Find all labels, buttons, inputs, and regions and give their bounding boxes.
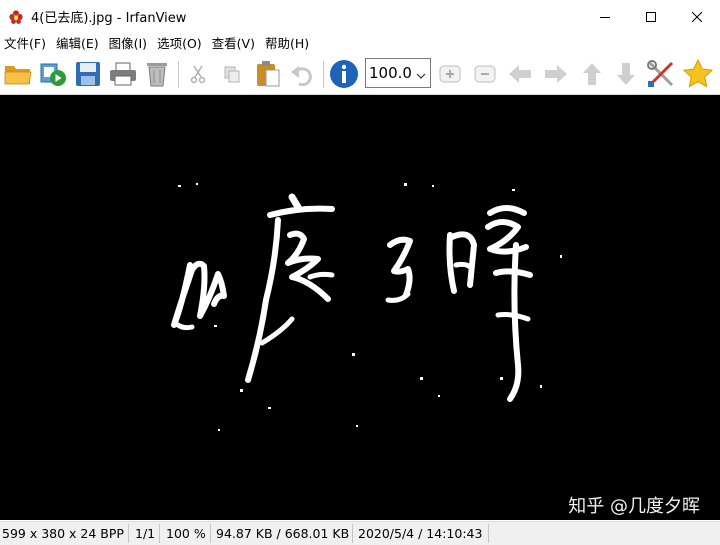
toolbar-separator bbox=[323, 61, 324, 88]
toolbar bbox=[0, 55, 720, 95]
menu-file[interactable]: 文件(F) bbox=[0, 33, 51, 55]
irfanview-app-icon[interactable] bbox=[8, 9, 24, 25]
maximize-button[interactable] bbox=[628, 0, 674, 33]
open-button[interactable] bbox=[2, 58, 34, 90]
status-zoom: 100 % bbox=[166, 526, 206, 541]
open-folder-icon bbox=[4, 66, 32, 85]
status-divider bbox=[128, 524, 129, 543]
menu-image[interactable]: 图像(I) bbox=[104, 33, 152, 55]
calligraphy-image bbox=[171, 183, 562, 431]
next-button[interactable] bbox=[540, 58, 572, 90]
delete-button[interactable] bbox=[141, 58, 173, 90]
print-button[interactable] bbox=[107, 58, 139, 90]
status-file-size: 94.87 KB / 668.01 KB bbox=[216, 526, 350, 541]
watermark-text: 知乎 @几度夕晖 bbox=[568, 496, 700, 517]
zoom-out-button[interactable] bbox=[469, 58, 501, 90]
chevron-down-icon bbox=[416, 67, 426, 85]
favorite-button[interactable] bbox=[682, 58, 714, 90]
status-bar: 599 x 380 x 24 BPP 1/1 100 % 94.87 KB / … bbox=[0, 521, 720, 545]
first-button[interactable] bbox=[576, 58, 608, 90]
menu-edit[interactable]: 编辑(E) bbox=[51, 33, 104, 55]
menu-bar: 文件(F) 编辑(E) 图像(I) 选项(O) 查看(V) 帮助(H) bbox=[0, 33, 720, 55]
menu-options[interactable]: 选项(O) bbox=[152, 33, 207, 55]
minimize-icon bbox=[600, 16, 610, 18]
info-button[interactable] bbox=[328, 58, 360, 90]
toolbar-separator bbox=[178, 61, 179, 88]
paste-icon bbox=[257, 61, 280, 87]
zoom-in-button[interactable] bbox=[434, 58, 466, 90]
window-title: 4(已去底).jpg - IrfanView bbox=[31, 11, 187, 26]
status-divider bbox=[210, 524, 211, 543]
status-dimensions: 599 x 380 x 24 BPP bbox=[2, 526, 124, 541]
status-divider bbox=[352, 524, 353, 543]
previous-icon bbox=[509, 65, 531, 83]
undo-icon bbox=[291, 66, 312, 86]
image-canvas[interactable]: 知乎 @几度夕晖 bbox=[0, 95, 720, 520]
slideshow-button[interactable] bbox=[37, 58, 69, 90]
close-icon bbox=[692, 11, 702, 22]
save-icon bbox=[76, 62, 100, 86]
info-icon bbox=[330, 60, 358, 88]
title-bar: 4(已去底).jpg - IrfanView bbox=[0, 0, 720, 33]
menu-view[interactable]: 查看(V) bbox=[207, 33, 260, 55]
zoom-in-icon bbox=[439, 65, 461, 83]
previous-button[interactable] bbox=[504, 58, 536, 90]
menu-help[interactable]: 帮助(H) bbox=[260, 33, 314, 55]
status-datetime: 2020/5/4 / 14:10:43 bbox=[358, 526, 483, 541]
cut-icon bbox=[190, 65, 206, 84]
slideshow-icon bbox=[40, 63, 66, 86]
zoom-level-select[interactable]: 100.0 bbox=[365, 58, 431, 88]
maximize-icon bbox=[646, 11, 656, 22]
status-divider bbox=[488, 524, 489, 543]
favorite-star-icon bbox=[683, 59, 713, 88]
last-icon bbox=[617, 63, 635, 85]
paste-button[interactable] bbox=[252, 58, 284, 90]
status-divider bbox=[159, 524, 160, 543]
status-page: 1/1 bbox=[135, 526, 156, 541]
undo-button[interactable] bbox=[286, 58, 318, 90]
first-icon bbox=[583, 63, 601, 85]
copy-icon bbox=[224, 66, 240, 83]
next-icon bbox=[545, 65, 567, 83]
delete-icon bbox=[147, 63, 167, 87]
zoom-out-icon bbox=[474, 65, 496, 83]
settings-button[interactable] bbox=[645, 58, 677, 90]
close-button[interactable] bbox=[674, 0, 720, 33]
save-button[interactable] bbox=[72, 58, 104, 90]
zoom-level-value: 100.0 bbox=[369, 64, 412, 82]
last-button[interactable] bbox=[610, 58, 642, 90]
cut-button[interactable] bbox=[182, 58, 214, 90]
settings-icon bbox=[647, 60, 674, 87]
print-icon bbox=[110, 62, 136, 86]
copy-button[interactable] bbox=[216, 58, 248, 90]
minimize-button[interactable] bbox=[582, 0, 628, 33]
